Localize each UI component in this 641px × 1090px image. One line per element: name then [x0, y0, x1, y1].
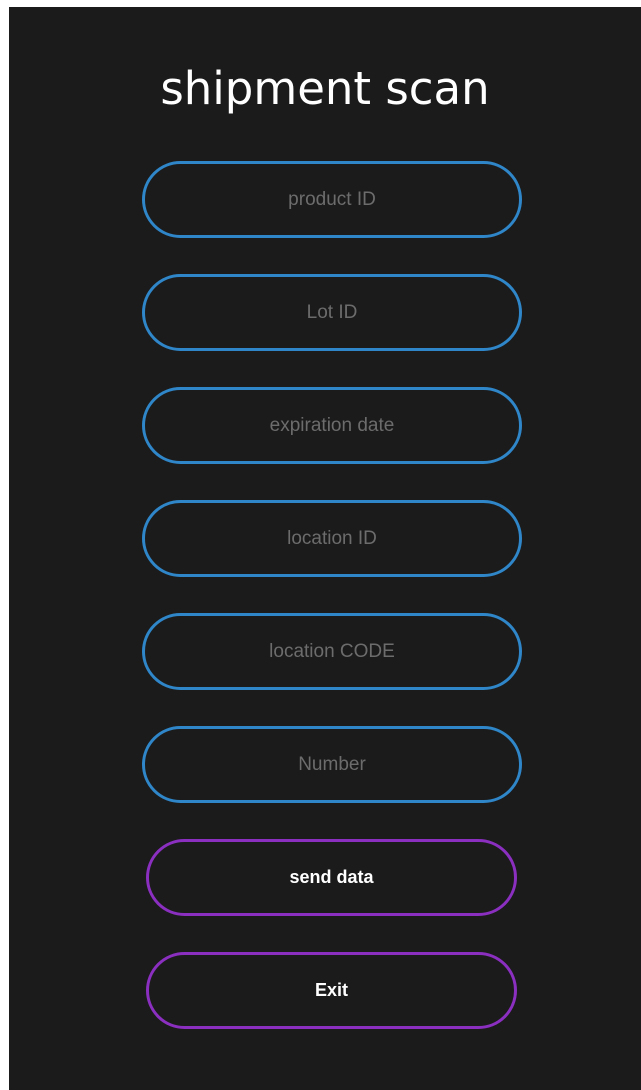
shipment-scan-form: shipment scan send data Exit: [9, 7, 641, 1090]
location-id-input[interactable]: [142, 500, 522, 577]
send-data-button[interactable]: send data: [146, 839, 517, 916]
location-code-input[interactable]: [142, 613, 522, 690]
exit-button[interactable]: Exit: [146, 952, 517, 1029]
page-title: shipment scan: [160, 62, 490, 115]
product-id-input[interactable]: [142, 161, 522, 238]
number-input[interactable]: [142, 726, 522, 803]
lot-id-input[interactable]: [142, 274, 522, 351]
expiration-date-input[interactable]: [142, 387, 522, 464]
